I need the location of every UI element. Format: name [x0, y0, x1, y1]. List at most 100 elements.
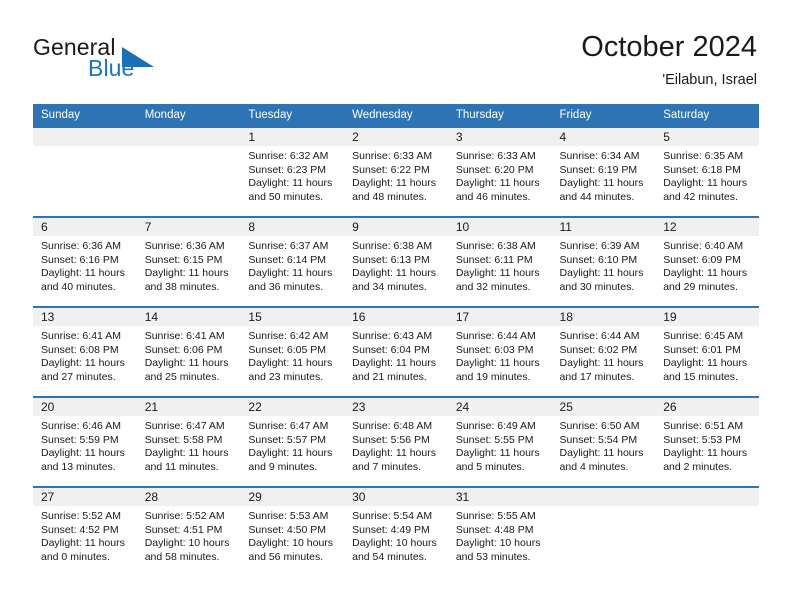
- calendar-day-cell[interactable]: [136, 128, 241, 217]
- day-cell-inner: 3 Sunrise: 6:33 AM Sunset: 6:20 PM Daylight…: [447, 128, 552, 216]
- daylight-duration-line1: Daylight: 11 hours: [352, 267, 436, 280]
- calendar-day-cell[interactable]: 31 Sunrise: 5:55 AM Sunset: 4:48 PM Dayligh…: [447, 486, 552, 576]
- daylight-duration-line1: Daylight: 11 hours: [455, 357, 540, 370]
- sunrise-time: Sunrise: 6:47 AM: [144, 420, 225, 432]
- calendar-day-cell[interactable]: 3 Sunrise: 6:33 AM Sunset: 6:20 PM Daylight…: [447, 128, 552, 217]
- sunrise-time: Sunrise: 5:53 AM: [248, 510, 329, 522]
- daylight-duration-line1: Daylight: 11 hours: [352, 447, 436, 460]
- day-cell-inner: 21 Sunrise: 6:47 AM Sunset: 5:58 PM Dayligh…: [136, 398, 241, 486]
- daylight-duration-line1: Daylight: 11 hours: [248, 267, 333, 280]
- day-number: 18: [551, 308, 656, 326]
- daylight-duration-line2: and 11 minutes.: [144, 460, 219, 473]
- day-sun-info: Sunrise: 6:44 AM Sunset: 6:03 PM Daylight:…: [448, 326, 552, 384]
- calendar-day-cell[interactable]: 7 Sunrise: 6:36 AM Sunset: 6:15 PM Daylight…: [136, 216, 241, 307]
- calendar-day-cell[interactable]: 29 Sunrise: 5:53 AM Sunset: 4:50 PM Dayligh…: [240, 486, 345, 576]
- calendar-day-cell[interactable]: 1 Sunrise: 6:32 AM Sunset: 6:23 PM Daylight…: [240, 128, 345, 217]
- calendar-day-cell[interactable]: 6 Sunrise: 6:36 AM Sunset: 6:16 PM Daylight…: [33, 216, 137, 307]
- day-number: 5: [655, 128, 759, 146]
- calendar-day-cell[interactable]: 20 Sunrise: 6:46 AM Sunset: 5:59 PM Dayligh…: [33, 396, 137, 487]
- day-cell-inner: 6 Sunrise: 6:36 AM Sunset: 6:16 PM Daylight…: [33, 218, 137, 306]
- calendar-day-cell[interactable]: 10 Sunrise: 6:38 AM Sunset: 6:11 PM Dayligh…: [447, 216, 552, 307]
- calendar-day-cell[interactable]: 21 Sunrise: 6:47 AM Sunset: 5:58 PM Dayligh…: [136, 396, 241, 487]
- day-sun-info: Sunrise: 6:33 AM Sunset: 6:22 PM Daylight:…: [344, 146, 448, 204]
- calendar-day-cell[interactable]: [655, 486, 759, 576]
- day-cell-inner: 11 Sunrise: 6:39 AM Sunset: 6:10 PM Dayligh…: [551, 218, 656, 306]
- sunset-time: Sunset: 6:19 PM: [559, 163, 638, 176]
- day-cell-inner: 1 Sunrise: 6:32 AM Sunset: 6:23 PM Daylight…: [240, 128, 345, 216]
- sunset-time: Sunset: 4:50 PM: [248, 523, 327, 536]
- daylight-duration-line2: and 27 minutes.: [41, 370, 116, 383]
- calendar-page: General Blue October 2024 'Eilabun, Isra…: [0, 0, 792, 612]
- calendar-day-cell[interactable]: 16 Sunrise: 6:43 AM Sunset: 6:04 PM Dayligh…: [344, 306, 448, 397]
- calendar-day-cell[interactable]: 11 Sunrise: 6:39 AM Sunset: 6:10 PM Dayligh…: [551, 216, 656, 307]
- calendar-day-cell[interactable]: 28 Sunrise: 5:52 AM Sunset: 4:51 PM Dayligh…: [136, 486, 241, 576]
- calendar-day-cell[interactable]: 27 Sunrise: 5:52 AM Sunset: 4:52 PM Dayligh…: [33, 486, 137, 576]
- calendar-day-cell[interactable]: 14 Sunrise: 6:41 AM Sunset: 6:06 PM Dayligh…: [136, 306, 241, 397]
- daylight-duration-line2: and 21 minutes.: [352, 370, 427, 383]
- daylight-duration-line1: Daylight: 11 hours: [41, 447, 125, 460]
- sunrise-time: Sunrise: 6:47 AM: [248, 420, 329, 432]
- daylight-duration-line1: Daylight: 11 hours: [663, 447, 748, 460]
- calendar-day-cell[interactable]: 12 Sunrise: 6:40 AM Sunset: 6:09 PM Dayligh…: [655, 216, 759, 307]
- general-blue-logo[interactable]: General Blue: [33, 34, 233, 86]
- day-number: 22: [240, 398, 345, 416]
- sunrise-time: Sunrise: 6:37 AM: [248, 240, 329, 252]
- day-cell-inner: 5 Sunrise: 6:35 AM Sunset: 6:18 PM Daylight…: [655, 128, 759, 216]
- day-cell-inner: 7 Sunrise: 6:36 AM Sunset: 6:15 PM Daylight…: [136, 218, 241, 306]
- daylight-duration-line1: Daylight: 11 hours: [559, 447, 644, 460]
- calendar-day-cell[interactable]: 30 Sunrise: 5:54 AM Sunset: 4:49 PM Dayligh…: [344, 486, 448, 576]
- daylight-duration-line2: and 40 minutes.: [41, 280, 116, 293]
- day-number: 24: [447, 398, 552, 416]
- logo-text-blue: Blue: [88, 55, 135, 81]
- daylight-duration-line1: Daylight: 11 hours: [248, 447, 333, 460]
- calendar-day-cell[interactable]: 17 Sunrise: 6:44 AM Sunset: 6:03 PM Dayligh…: [447, 306, 552, 397]
- day-sun-info: Sunrise: 5:53 AM Sunset: 4:50 PM Daylight:…: [240, 506, 344, 564]
- day-sun-info: Sunrise: 6:43 AM Sunset: 6:04 PM Daylight:…: [344, 326, 448, 384]
- daylight-duration-line2: and 36 minutes.: [248, 280, 324, 293]
- weekday-header-wednesday: Wednesday: [344, 104, 448, 128]
- daylight-duration-line1: Daylight: 11 hours: [41, 267, 125, 280]
- sunset-time: Sunset: 4:48 PM: [455, 523, 534, 536]
- calendar-day-cell[interactable]: 24 Sunrise: 6:49 AM Sunset: 5:55 PM Dayligh…: [447, 396, 552, 487]
- daylight-duration-line2: and 42 minutes.: [663, 190, 738, 203]
- calendar-day-cell[interactable]: 8 Sunrise: 6:37 AM Sunset: 6:14 PM Daylight…: [240, 216, 345, 307]
- day-cell-inner: 16 Sunrise: 6:43 AM Sunset: 6:04 PM Dayligh…: [344, 308, 448, 396]
- calendar-day-cell[interactable]: [551, 486, 656, 576]
- day-sun-info: Sunrise: 6:37 AM Sunset: 6:14 PM Daylight:…: [240, 236, 344, 294]
- daylight-duration-line2: and 38 minutes.: [144, 280, 220, 293]
- calendar-day-cell[interactable]: 23 Sunrise: 6:48 AM Sunset: 5:56 PM Dayligh…: [344, 396, 448, 487]
- day-number: 2: [344, 128, 448, 146]
- day-number: 28: [136, 488, 241, 506]
- daylight-duration-line2: and 7 minutes.: [352, 460, 421, 473]
- calendar-day-cell[interactable]: 9 Sunrise: 6:38 AM Sunset: 6:13 PM Daylight…: [344, 216, 448, 307]
- daylight-duration-line2: and 0 minutes.: [41, 550, 110, 563]
- calendar-day-cell[interactable]: 18 Sunrise: 6:44 AM Sunset: 6:02 PM Dayligh…: [551, 306, 656, 397]
- day-number: 30: [344, 488, 448, 506]
- day-sun-info: Sunrise: 6:41 AM Sunset: 6:08 PM Daylight:…: [33, 326, 137, 384]
- daylight-duration-line1: Daylight: 11 hours: [455, 177, 540, 190]
- calendar-day-cell[interactable]: 22 Sunrise: 6:47 AM Sunset: 5:57 PM Dayligh…: [240, 396, 345, 487]
- calendar-day-cell[interactable]: 2 Sunrise: 6:33 AM Sunset: 6:22 PM Daylight…: [344, 128, 448, 217]
- day-number: [136, 128, 241, 146]
- calendar-day-cell[interactable]: 5 Sunrise: 6:35 AM Sunset: 6:18 PM Daylight…: [655, 128, 759, 217]
- day-sun-info: Sunrise: 6:32 AM Sunset: 6:23 PM Daylight:…: [240, 146, 344, 204]
- day-cell-inner: 31 Sunrise: 5:55 AM Sunset: 4:48 PM Dayligh…: [447, 488, 552, 576]
- calendar-day-cell[interactable]: [33, 128, 137, 217]
- calendar-day-cell[interactable]: 4 Sunrise: 6:34 AM Sunset: 6:19 PM Daylight…: [551, 128, 656, 217]
- page-title: October 2024: [581, 31, 757, 63]
- sunrise-time: Sunrise: 6:33 AM: [455, 150, 536, 162]
- day-cell-inner: 29 Sunrise: 5:53 AM Sunset: 4:50 PM Dayligh…: [240, 488, 345, 576]
- calendar-day-cell[interactable]: 25 Sunrise: 6:50 AM Sunset: 5:54 PM Dayligh…: [551, 396, 656, 487]
- sunset-time: Sunset: 6:03 PM: [455, 343, 534, 356]
- weekday-header-thursday: Thursday: [447, 104, 552, 128]
- day-cell-inner: [33, 128, 137, 216]
- calendar-day-cell[interactable]: 26 Sunrise: 6:51 AM Sunset: 5:53 PM Dayligh…: [655, 396, 759, 487]
- day-sun-info: Sunrise: 5:54 AM Sunset: 4:49 PM Daylight:…: [344, 506, 448, 564]
- calendar-day-cell[interactable]: 19 Sunrise: 6:45 AM Sunset: 6:01 PM Dayligh…: [655, 306, 759, 397]
- day-cell-inner: 13 Sunrise: 6:41 AM Sunset: 6:08 PM Dayligh…: [33, 308, 137, 396]
- calendar-day-cell[interactable]: 13 Sunrise: 6:41 AM Sunset: 6:08 PM Dayligh…: [33, 306, 137, 397]
- day-sun-info: Sunrise: 6:38 AM Sunset: 6:11 PM Daylight:…: [448, 236, 552, 294]
- day-cell-inner: 4 Sunrise: 6:34 AM Sunset: 6:19 PM Daylight…: [551, 128, 656, 216]
- calendar-day-cell[interactable]: 15 Sunrise: 6:42 AM Sunset: 6:05 PM Dayligh…: [240, 306, 345, 397]
- sunrise-time: Sunrise: 6:34 AM: [559, 150, 640, 162]
